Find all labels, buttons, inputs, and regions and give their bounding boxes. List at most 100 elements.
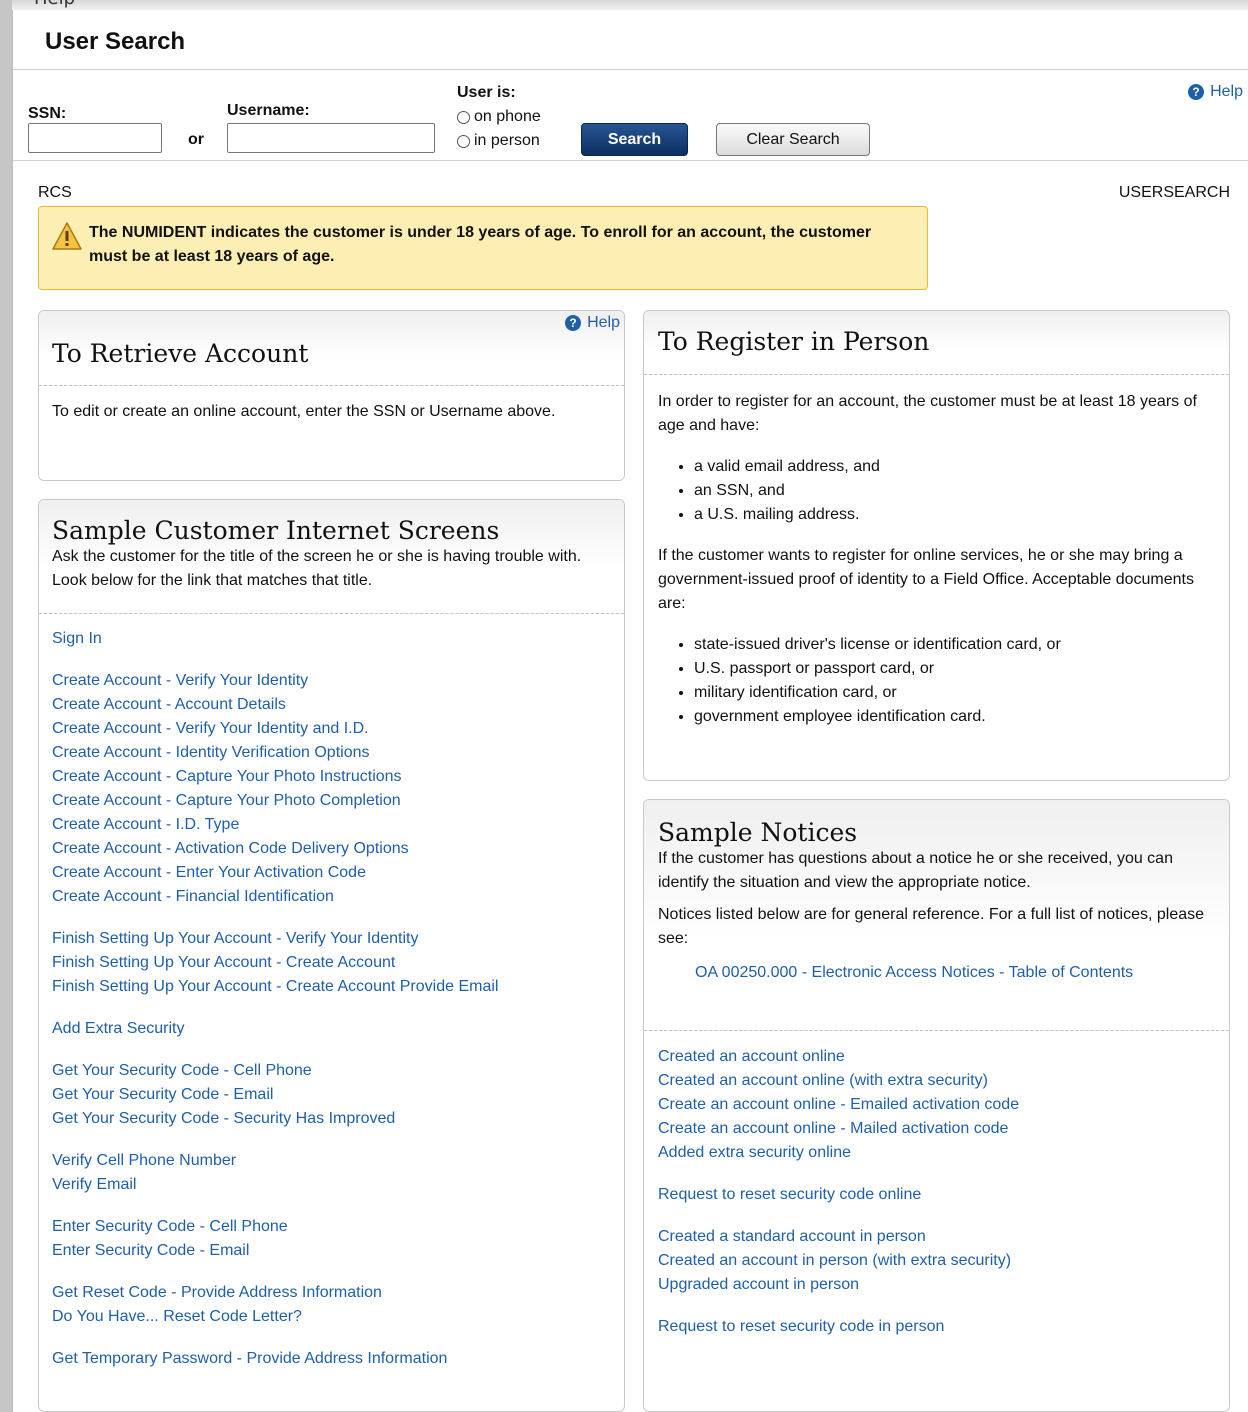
notices-toc-link[interactable]: OA 00250.000 - Electronic Access Notices…	[695, 961, 1215, 985]
document-item: U.S. passport or passport card, or	[694, 657, 1213, 681]
requirement-item: a U.S. mailing address.	[694, 503, 1213, 527]
screen-link[interactable]: Do You Have... Reset Code Letter?	[52, 1305, 612, 1329]
sample-screens-header: Sample Customer Internet Screens Ask the…	[39, 500, 624, 614]
screen-link[interactable]: Create Account - Identity Verification O…	[52, 741, 612, 765]
username-input[interactable]	[227, 123, 435, 153]
link-group: Add Extra Security	[52, 1017, 612, 1041]
screen-link[interactable]: Create Account - Verify Your Identity an…	[52, 717, 612, 741]
screen-link[interactable]: Create Account - Verify Your Identity	[52, 669, 612, 693]
screen-link[interactable]: Verify Email	[52, 1173, 612, 1197]
screen-link[interactable]: Create Account - Activation Code Deliver…	[52, 837, 612, 861]
username-label: Username:	[227, 102, 310, 119]
sample-notices-para2: Notices listed below are for general ref…	[658, 906, 1205, 947]
screen-link[interactable]: Create Account - Capture Your Photo Comp…	[52, 789, 612, 813]
notice-link[interactable]: Request to reset security code in person	[658, 1315, 1218, 1339]
screen-link[interactable]: Add Extra Security	[52, 1017, 612, 1041]
browser-top-strip: Help	[0, 0, 1248, 10]
radio-circle-icon[interactable]	[457, 134, 470, 148]
link-group: Get Temporary Password - Provide Address…	[52, 1347, 612, 1371]
notice-link[interactable]: Created an account online (with extra se…	[658, 1069, 1218, 1093]
register-para2: If the customer wants to register for on…	[658, 547, 1194, 612]
requirements-list: a valid email address, andan SSN, anda U…	[658, 455, 1213, 527]
screen-link[interactable]: Get Temporary Password - Provide Address…	[52, 1347, 612, 1371]
radio-in-person-label: in person	[474, 132, 540, 149]
notice-link[interactable]: Create an account online - Mailed activa…	[658, 1117, 1218, 1141]
documents-list: state-issued driver's license or identif…	[658, 633, 1213, 729]
warning-icon	[52, 222, 82, 250]
page-header: User Search	[13, 10, 1248, 70]
document-item: military identification card, or	[694, 681, 1213, 705]
search-help-link[interactable]: ? Help	[1188, 83, 1243, 101]
alert-message: The NUMIDENT indicates the customer is u…	[89, 224, 872, 265]
screen-link[interactable]: Get Reset Code - Provide Address Informa…	[52, 1281, 612, 1305]
screen-link[interactable]: Create Account - Enter Your Activation C…	[52, 861, 612, 885]
radio-in-person[interactable]: in person	[457, 132, 540, 150]
sample-notices-links: Created an account online Created an acco…	[658, 1045, 1218, 1357]
screen-link[interactable]: Create Account - I.D. Type	[52, 813, 612, 837]
retrieve-account-panel: ? Help To Retrieve Account To edit or cr…	[38, 310, 625, 481]
screen-link[interactable]: Finish Setting Up Your Account - Create …	[52, 975, 612, 999]
radio-circle-icon[interactable]	[457, 110, 470, 124]
screen-link[interactable]: Finish Setting Up Your Account - Create …	[52, 951, 612, 975]
notice-link[interactable]: Request to reset security code online	[658, 1183, 1218, 1207]
link-group: Create Account - Verify Your Identity Cre…	[52, 669, 612, 909]
link-group: Verify Cell Phone Number Verify Email	[52, 1149, 612, 1197]
register-intro: In order to register for an account, the…	[658, 393, 1197, 434]
sample-screens-title: Sample Customer Internet Screens	[52, 516, 500, 545]
sample-notices-subtitle: If the customer has questions about a no…	[658, 850, 1173, 891]
link-group: Get Reset Code - Provide Address Informa…	[52, 1281, 612, 1329]
link-group: Request to reset security code online	[658, 1183, 1218, 1207]
user-is-label: User is:	[457, 84, 516, 101]
register-in-person-panel: To Register in Person In order to regist…	[643, 310, 1230, 781]
radio-on-phone[interactable]: on phone	[457, 108, 541, 126]
browser-tab-fragment: Help	[34, 0, 75, 9]
link-group: Get Your Security Code - Cell Phone Get Y…	[52, 1059, 612, 1131]
help-label: Help	[1210, 83, 1243, 100]
screen-link[interactable]: Create Account - Account Details	[52, 693, 612, 717]
register-body: In order to register for an account, the…	[658, 390, 1213, 729]
screen-link[interactable]: Enter Security Code - Cell Phone	[52, 1215, 612, 1239]
link-group: Created an account online Created an acco…	[658, 1045, 1218, 1165]
notice-link[interactable]: Upgraded account in person	[658, 1273, 1218, 1297]
app-frame: User Search SSN: or Username: User is: o…	[12, 10, 1248, 1412]
screen-link[interactable]: Get Your Security Code - Security Has Im…	[52, 1107, 612, 1131]
screen-link[interactable]: Create Account - Capture Your Photo Inst…	[52, 765, 612, 789]
sample-screens-links: Sign In Create Account - Verify Your Iden…	[52, 627, 612, 1389]
screen-link[interactable]: Finish Setting Up Your Account - Verify …	[52, 927, 612, 951]
screen-link[interactable]: Sign In	[52, 627, 612, 651]
register-title: To Register in Person	[658, 327, 930, 356]
clear-search-button[interactable]: Clear Search	[716, 123, 870, 156]
page-title: User Search	[45, 28, 186, 55]
sample-notices-panel: Sample Notices If the customer has quest…	[643, 799, 1230, 1412]
notice-link[interactable]: Created an account online	[658, 1045, 1218, 1069]
notice-link[interactable]: Create an account online - Emailed activ…	[658, 1093, 1218, 1117]
age-warning-alert: The NUMIDENT indicates the customer is u…	[38, 206, 928, 290]
retrieve-account-body: To edit or create an online account, ent…	[52, 403, 556, 420]
ssn-input[interactable]	[28, 123, 162, 153]
retrieve-account-title: To Retrieve Account	[52, 339, 309, 368]
notice-link[interactable]: Added extra security online	[658, 1141, 1218, 1165]
rcs-code: RCS	[38, 184, 72, 201]
left-window-edge	[0, 0, 12, 1412]
question-icon: ?	[565, 315, 582, 331]
sample-notices-header: Sample Notices If the customer has quest…	[644, 800, 1229, 1031]
screen-code: USERSEARCH	[1118, 184, 1230, 201]
screen-link[interactable]: Verify Cell Phone Number	[52, 1149, 612, 1173]
link-group: Finish Setting Up Your Account - Verify …	[52, 927, 612, 999]
screen-link[interactable]: Enter Security Code - Email	[52, 1239, 612, 1263]
notice-link[interactable]: Created an account in person (with extra…	[658, 1249, 1218, 1273]
sample-notices-title: Sample Notices	[658, 818, 858, 847]
link-group: Created a standard account in person Crea…	[658, 1225, 1218, 1297]
screen-link[interactable]: Get Your Security Code - Email	[52, 1083, 612, 1107]
requirement-item: an SSN, and	[694, 479, 1213, 503]
help-label: Help	[587, 314, 620, 331]
link-group: Request to reset security code in person	[658, 1315, 1218, 1339]
notice-link[interactable]: Created a standard account in person	[658, 1225, 1218, 1249]
search-button[interactable]: Search	[581, 123, 688, 156]
retrieve-help-link[interactable]: ? Help	[565, 314, 620, 332]
question-icon: ?	[1188, 84, 1205, 100]
screen-link[interactable]: Get Your Security Code - Cell Phone	[52, 1059, 612, 1083]
or-label: or	[188, 131, 204, 148]
register-header: To Register in Person	[644, 311, 1229, 375]
screen-link[interactable]: Create Account - Financial Identificatio…	[52, 885, 612, 909]
